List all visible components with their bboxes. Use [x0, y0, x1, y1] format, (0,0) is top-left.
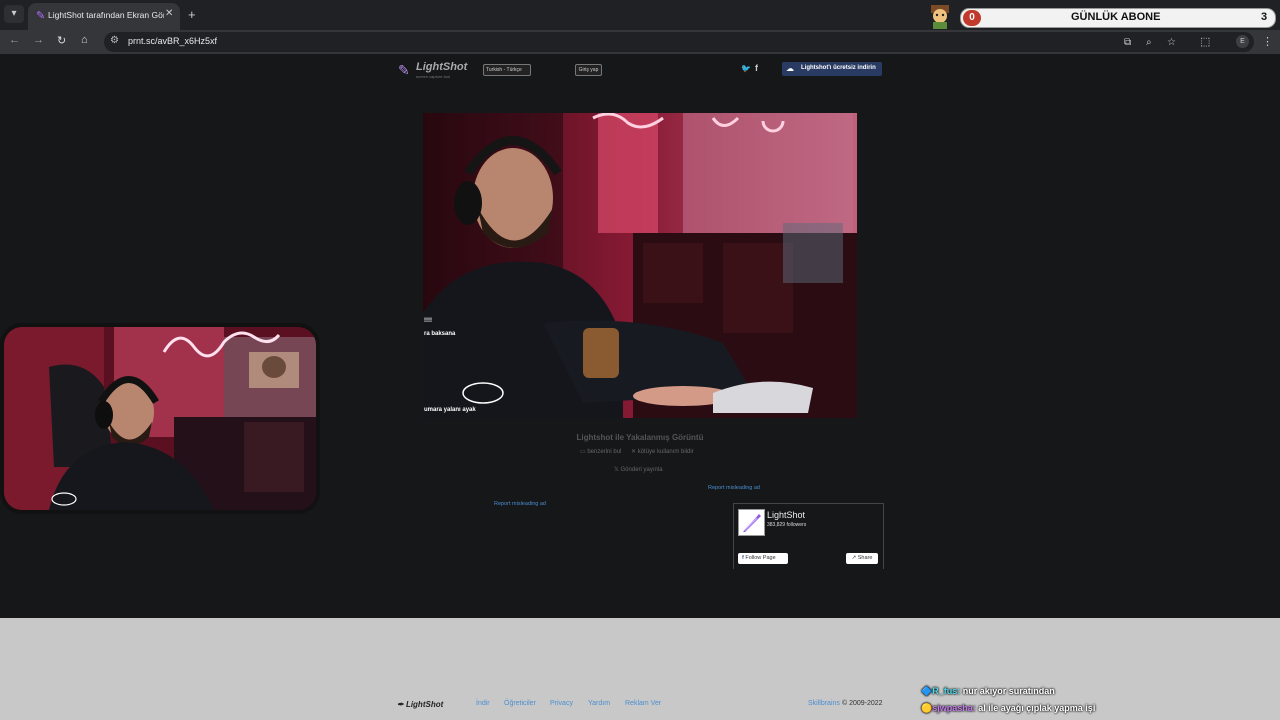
find-similar-label: benzerini bul — [587, 449, 622, 455]
twitter-icon[interactable]: 🐦 — [741, 64, 751, 73]
chat-text: al ile ayağı çıplak yapma işi — [978, 703, 1096, 713]
subscriber-count-goal: 3 — [1261, 11, 1268, 23]
tab-title: LightShot tarafından Ekran Görüntüsü — [48, 10, 164, 20]
login-button[interactable]: Giriş yap — [575, 64, 602, 76]
browser-tab-active[interactable]: ✎ LightShot tarafından Ekran Görüntüsü ✕ — [28, 3, 180, 30]
chat-user-badge-icon: 🔷 — [921, 686, 933, 696]
post-to-x-link[interactable]: 𝕏 Gönderi yayınla — [614, 466, 663, 473]
tab-search-button[interactable]: ▾ — [4, 5, 24, 23]
chat-text: nur akıyor suratından — [962, 686, 1055, 696]
download-button[interactable]: ☁ Lightshot'ı ücretsiz indirin — [782, 62, 882, 76]
download-label: Lightshot'ı ücretsiz indirin — [801, 65, 876, 71]
lightshot-feather-icon: ✎ — [36, 10, 46, 22]
chat-user-badge-icon: 🟡 — [921, 703, 933, 713]
browser-toolbar: ← → ↻ ⌂ ⚙ prnt.sc/avBR_x6Hz5xf ⧉ ⌕ ☆ — [0, 30, 1280, 54]
footer-link-download[interactable]: İndir — [476, 700, 490, 707]
site-settings-icon[interactable]: ⚙ — [110, 35, 119, 46]
subscriber-count-start: 0 — [963, 10, 981, 26]
footer-brand-link[interactable]: Skillbrains — [808, 700, 840, 707]
image-chat-caption: !!!! — [424, 318, 432, 324]
footer-copyright: © 2009-2022 — [842, 700, 883, 707]
lightshot-header: ✎ LightShot screen capture tool Turkish … — [0, 54, 1280, 84]
footer-link-advertise[interactable]: Reklam Ver — [625, 700, 661, 707]
follow-page-label: Follow Page — [745, 555, 776, 561]
address-bar[interactable]: ⚙ prnt.sc/avBR_x6Hz5xf ⧉ ⌕ ☆ — [104, 32, 1254, 52]
image-chat-caption: ra baksana — [424, 331, 456, 337]
lightshot-logo[interactable]: LightShot — [416, 61, 467, 73]
lightshot-page-avatar[interactable] — [738, 509, 765, 536]
screenshot-image[interactable] — [423, 113, 857, 418]
share-button[interactable]: ↗ Share — [846, 553, 878, 564]
mascot-avatar-icon — [931, 5, 949, 29]
forward-arrow-icon[interactable]: → — [33, 34, 44, 46]
follow-page-button[interactable]: f Follow Page — [738, 553, 788, 564]
download-icon: ☁ — [786, 64, 794, 73]
subscriber-goal-label: GÜNLÜK ABONE — [1071, 11, 1161, 23]
webcam-overlay — [0, 323, 320, 514]
report-abuse-link[interactable]: ✕ kötüye kullanım bildir — [631, 448, 694, 455]
chat-message: 🔷R_fus: nur akıyor suratından — [921, 686, 1055, 697]
post-to-x-label: Gönderi yayınla — [620, 467, 663, 473]
report-misleading-ad-link[interactable]: Report misleading ad — [708, 485, 760, 491]
image-chat-caption: umara yalanı ayak — [424, 407, 476, 413]
kebab-menu-icon[interactable]: ⋮ — [1262, 35, 1273, 48]
new-tab-button[interactable]: + — [188, 7, 196, 22]
back-arrow-icon[interactable]: ← — [9, 34, 20, 46]
daily-subscriber-bar: 0 GÜNLÜK ABONE 3 — [960, 8, 1276, 28]
footer-link-tutorials[interactable]: Öğreticiler — [504, 700, 536, 707]
chat-message: 🟡sjwpasha: al ile ayağı çıplak yapma işi — [921, 703, 1095, 714]
facebook-followers: 383,829 followers — [767, 522, 807, 528]
zoom-icon[interactable]: ⌕ — [1146, 37, 1152, 48]
find-similar-link[interactable]: ▭ benzerini bul — [580, 448, 621, 455]
bookmark-star-icon[interactable]: ☆ — [1167, 37, 1176, 48]
report-abuse-label: kötüye kullanım bildir — [637, 449, 694, 455]
facebook-page-widget: LightShot 383,829 followers f Follow Pag… — [733, 503, 884, 569]
chat-username: sjwpasha: — [932, 703, 976, 713]
home-icon[interactable]: ⌂ — [81, 34, 88, 46]
url-text[interactable]: prnt.sc/avBR_x6Hz5xf — [128, 36, 217, 46]
footer-logo-label: LightShot — [405, 700, 444, 709]
facebook-icon: f — [742, 555, 744, 561]
share-label: Share — [857, 555, 873, 561]
facebook-icon[interactable]: f — [755, 63, 758, 73]
reload-icon[interactable]: ↻ — [57, 34, 66, 47]
extensions-icon[interactable]: ⬚ — [1200, 35, 1210, 48]
close-tab-icon[interactable]: ✕ — [165, 8, 173, 19]
lightshot-feather-icon[interactable]: ✎ — [398, 62, 410, 79]
footer-link-privacy[interactable]: Privacy — [550, 700, 573, 707]
lightshot-tagline: screen capture tool — [416, 74, 451, 79]
language-select[interactable]: Turkish - Türkçe — [483, 64, 531, 76]
profile-avatar[interactable]: E — [1236, 35, 1249, 48]
footer-logo[interactable]: ✒ LightShot — [397, 700, 443, 709]
install-app-icon[interactable]: ⧉ — [1124, 37, 1131, 48]
report-misleading-ad-link[interactable]: Report misleading ad — [494, 501, 546, 507]
chat-username: R_fus: — [932, 686, 961, 696]
footer-link-help[interactable]: Yardım — [588, 700, 610, 707]
facebook-page-name[interactable]: LightShot — [767, 510, 805, 520]
